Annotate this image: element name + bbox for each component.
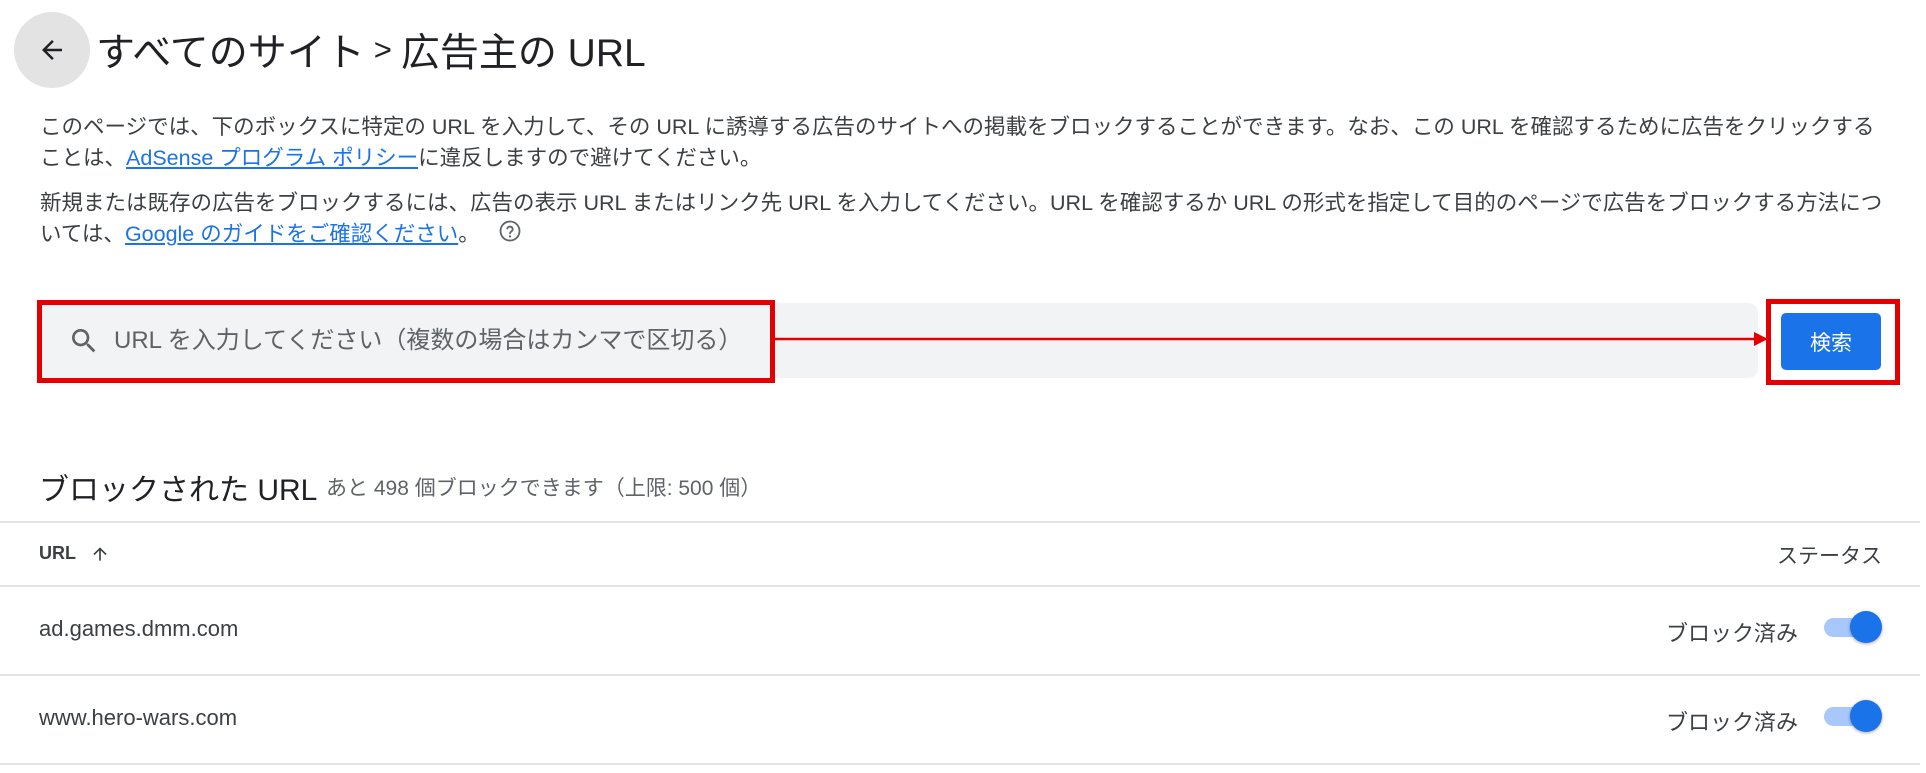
sort-arrow-up-icon [93, 546, 107, 561]
back-arrow-icon [42, 40, 62, 60]
adsense-policy-link[interactable]: AdSense プログラム ポリシー [126, 146, 418, 170]
blocked-urls-remaining: あと 498 個ブロックできます（上限: 500 個） [326, 477, 762, 500]
back-button[interactable] [14, 12, 90, 88]
table-row-status: ブロック済み [1666, 621, 1799, 646]
divider [0, 521, 1920, 523]
search-button[interactable]: 検索 [1781, 313, 1881, 370]
help-icon[interactable] [498, 219, 522, 252]
toggle-knob [1850, 611, 1882, 643]
divider [0, 674, 1920, 676]
column-header-url[interactable]: URL [39, 543, 110, 564]
table-row-status: ブロック済み [1666, 710, 1799, 735]
divider [0, 585, 1920, 587]
block-toggle[interactable] [1824, 698, 1882, 732]
page-header: すべてのサイト > 広告主の URL [14, 12, 646, 88]
toggle-knob [1850, 700, 1882, 732]
description-text: 。 [458, 222, 480, 247]
column-header-url-label: URL [39, 543, 76, 563]
input-highlight-box [37, 300, 775, 383]
block-toggle[interactable] [1824, 609, 1882, 643]
breadcrumb: すべてのサイト > 広告主の URL [96, 22, 646, 78]
google-guide-link[interactable]: Google のガイドをご確認ください [125, 222, 458, 246]
description-paragraph-1: このページでは、下のボックスに特定の URL を入力して、その URL に誘導す… [40, 112, 1890, 174]
page-title: 広告主の URL [400, 32, 646, 75]
divider [0, 763, 1920, 765]
breadcrumb-parent-link[interactable]: すべてのサイト [96, 22, 365, 78]
table-row-url: www.hero-wars.com [39, 705, 238, 730]
blocked-urls-title: ブロックされた URL [39, 474, 318, 507]
breadcrumb-separator: > [373, 32, 392, 67]
column-header-status: ステータス [1777, 545, 1882, 568]
table-row-url: ad.games.dmm.com [39, 616, 239, 641]
arrow-annotation [774, 332, 1768, 346]
description-text: に違反しますので避けてください。 [418, 146, 762, 170]
description-paragraph-2: 新規または既存の広告をブロックするには、広告の表示 URL またはリンク先 UR… [40, 188, 1890, 252]
